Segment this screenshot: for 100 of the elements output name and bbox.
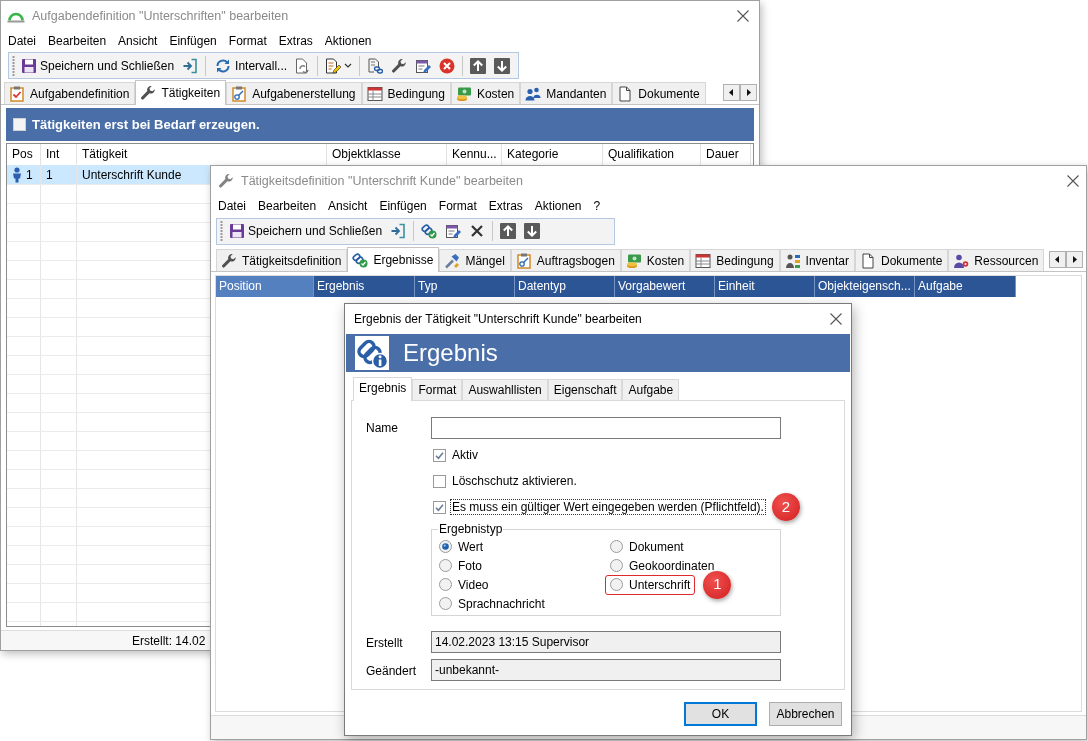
changed-field[interactable]: -unbekannt- xyxy=(431,659,781,681)
triangle-left-icon[interactable] xyxy=(1049,251,1066,268)
column-header[interactable]: Typ xyxy=(415,276,515,297)
triangle-right-icon[interactable] xyxy=(740,84,757,101)
checkbox[interactable] xyxy=(433,474,446,488)
tab[interactable]: Eigenschaft xyxy=(547,379,623,400)
wrench-icon[interactable] xyxy=(391,57,408,74)
caret-icon[interactable] xyxy=(344,63,353,68)
interval-button[interactable]: Intervall... xyxy=(213,54,290,77)
close-icon[interactable] xyxy=(737,10,749,22)
tab[interactable]: Bedingung xyxy=(361,82,451,104)
tab[interactable]: Mandanten xyxy=(520,82,613,104)
arrow-down-icon[interactable] xyxy=(494,57,511,74)
menu-item[interactable]: Bearbeiten xyxy=(42,32,113,50)
table-icon xyxy=(695,252,712,269)
tab[interactable]: Aufgabe xyxy=(622,379,680,400)
delete-icon[interactable] xyxy=(469,223,486,239)
checkbox[interactable] xyxy=(433,500,446,514)
document-pencil-icon[interactable] xyxy=(325,57,342,74)
field-label: Erstellt xyxy=(366,635,404,652)
checkbox[interactable] xyxy=(433,448,446,462)
clipboard-check-icon xyxy=(9,85,25,102)
table-cell-text: 1 xyxy=(26,166,33,184)
menu-item[interactable]: ? xyxy=(587,197,607,215)
save-button[interactable]: Speichern und Schließen xyxy=(227,220,385,242)
checkbox[interactable] xyxy=(13,118,26,131)
tab[interactable]: Tätigkeitsdefinition xyxy=(216,249,348,271)
tab[interactable]: Ergebnis xyxy=(353,377,413,401)
menu-item[interactable]: Datei xyxy=(212,197,252,215)
triangle-right-icon[interactable] xyxy=(1066,251,1083,268)
column-header[interactable]: Datentyp xyxy=(515,276,615,297)
dialog-button[interactable]: Abbrechen xyxy=(769,702,842,726)
form-pencil-icon[interactable] xyxy=(415,57,432,74)
name-field[interactable] xyxy=(431,417,781,439)
tab[interactable]: Mängel xyxy=(439,249,511,271)
tab[interactable]: Bedingung xyxy=(690,249,780,271)
form-pencil-icon[interactable] xyxy=(445,223,462,239)
menu-item[interactable]: Extras xyxy=(272,32,319,50)
radio-label: Video xyxy=(458,576,489,594)
column-header[interactable]: Vorgabewert xyxy=(615,276,715,297)
menu-item[interactable]: Bearbeiten xyxy=(252,197,323,215)
menu-item[interactable]: Datei xyxy=(2,32,42,50)
menu-item[interactable]: Extras xyxy=(482,197,529,215)
window-title: Tätigkeitsdefinition "Unterschrift Kunde" bearbeiten xyxy=(241,172,523,190)
dialog-heading: Ergebnis xyxy=(403,338,498,368)
tab[interactable]: Kosten xyxy=(620,249,691,271)
arrow-down-icon[interactable] xyxy=(524,223,541,239)
radio-button[interactable] xyxy=(439,559,452,572)
checkbox-label: Es muss ein gültiger Wert eingegeben werden (Pflichtfeld). xyxy=(450,499,766,515)
radio-button[interactable] xyxy=(610,559,623,572)
person-badge-icon xyxy=(953,252,970,269)
tab[interactable]: Aufgabendefinition xyxy=(4,82,136,104)
document-icon xyxy=(617,85,634,102)
column-header[interactable]: Einheit xyxy=(715,276,815,297)
menu-item[interactable]: Aktionen xyxy=(318,32,378,50)
radio-button[interactable] xyxy=(439,597,452,610)
arrow-up-icon[interactable] xyxy=(500,223,517,239)
tab[interactable]: Aufgabenerstellung xyxy=(226,82,362,104)
tab[interactable]: Kosten xyxy=(450,82,521,104)
tab[interactable]: Ergebnisse xyxy=(347,247,440,272)
menu-item[interactable]: Ansicht xyxy=(322,197,374,215)
field-label: Name xyxy=(366,420,399,437)
document-refresh-icon[interactable] xyxy=(294,57,311,74)
radio-button[interactable] xyxy=(439,578,452,591)
column-header[interactable]: Objekteigensch... xyxy=(815,276,915,297)
menu-item[interactable]: Format xyxy=(432,197,483,215)
x-circle-icon[interactable] xyxy=(439,57,456,74)
menu-item[interactable]: Einfügen xyxy=(163,32,223,50)
column-header[interactable]: Position xyxy=(216,276,314,297)
menu-item[interactable]: Einfügen xyxy=(373,197,433,215)
document-link-icon[interactable] xyxy=(367,57,384,74)
dialog-button[interactable]: OK xyxy=(684,702,757,726)
arrow-up-icon[interactable] xyxy=(470,57,487,74)
created-field[interactable]: 14.02.2023 13:15 Supervisor xyxy=(431,631,781,653)
document-icon xyxy=(859,252,876,269)
tab[interactable]: Dokumente xyxy=(612,82,706,104)
radio-button[interactable] xyxy=(439,540,452,553)
exit-icon[interactable] xyxy=(390,223,407,239)
tab[interactable]: Auftragsbogen xyxy=(510,249,621,271)
tab[interactable]: Format xyxy=(412,379,463,400)
tab[interactable]: Ressourcen xyxy=(948,249,1045,271)
tab[interactable]: Inventar xyxy=(779,249,855,271)
save-button[interactable]: Speichern und Schließen xyxy=(19,54,177,77)
close-icon[interactable] xyxy=(830,313,842,325)
people-icon xyxy=(525,85,542,102)
menu-item[interactable]: Ansicht xyxy=(112,32,164,50)
exit-icon[interactable] xyxy=(182,57,199,74)
link-check-icon[interactable] xyxy=(421,223,438,239)
column-header[interactable]: Aufgabe xyxy=(915,276,1016,297)
radio-button[interactable] xyxy=(610,578,623,591)
close-icon[interactable] xyxy=(1067,175,1079,187)
radio-button[interactable] xyxy=(610,540,623,553)
menu-item[interactable]: Aktionen xyxy=(528,197,588,215)
tab[interactable]: Auswahllisten xyxy=(462,379,548,400)
menu-item[interactable]: Format xyxy=(222,32,273,50)
tab[interactable]: Dokumente xyxy=(854,249,949,271)
tab[interactable]: Tätigkeiten xyxy=(135,80,227,105)
column-header[interactable]: Ergebnis xyxy=(314,276,415,297)
wrench-icon xyxy=(221,252,237,269)
triangle-left-icon[interactable] xyxy=(723,84,740,101)
